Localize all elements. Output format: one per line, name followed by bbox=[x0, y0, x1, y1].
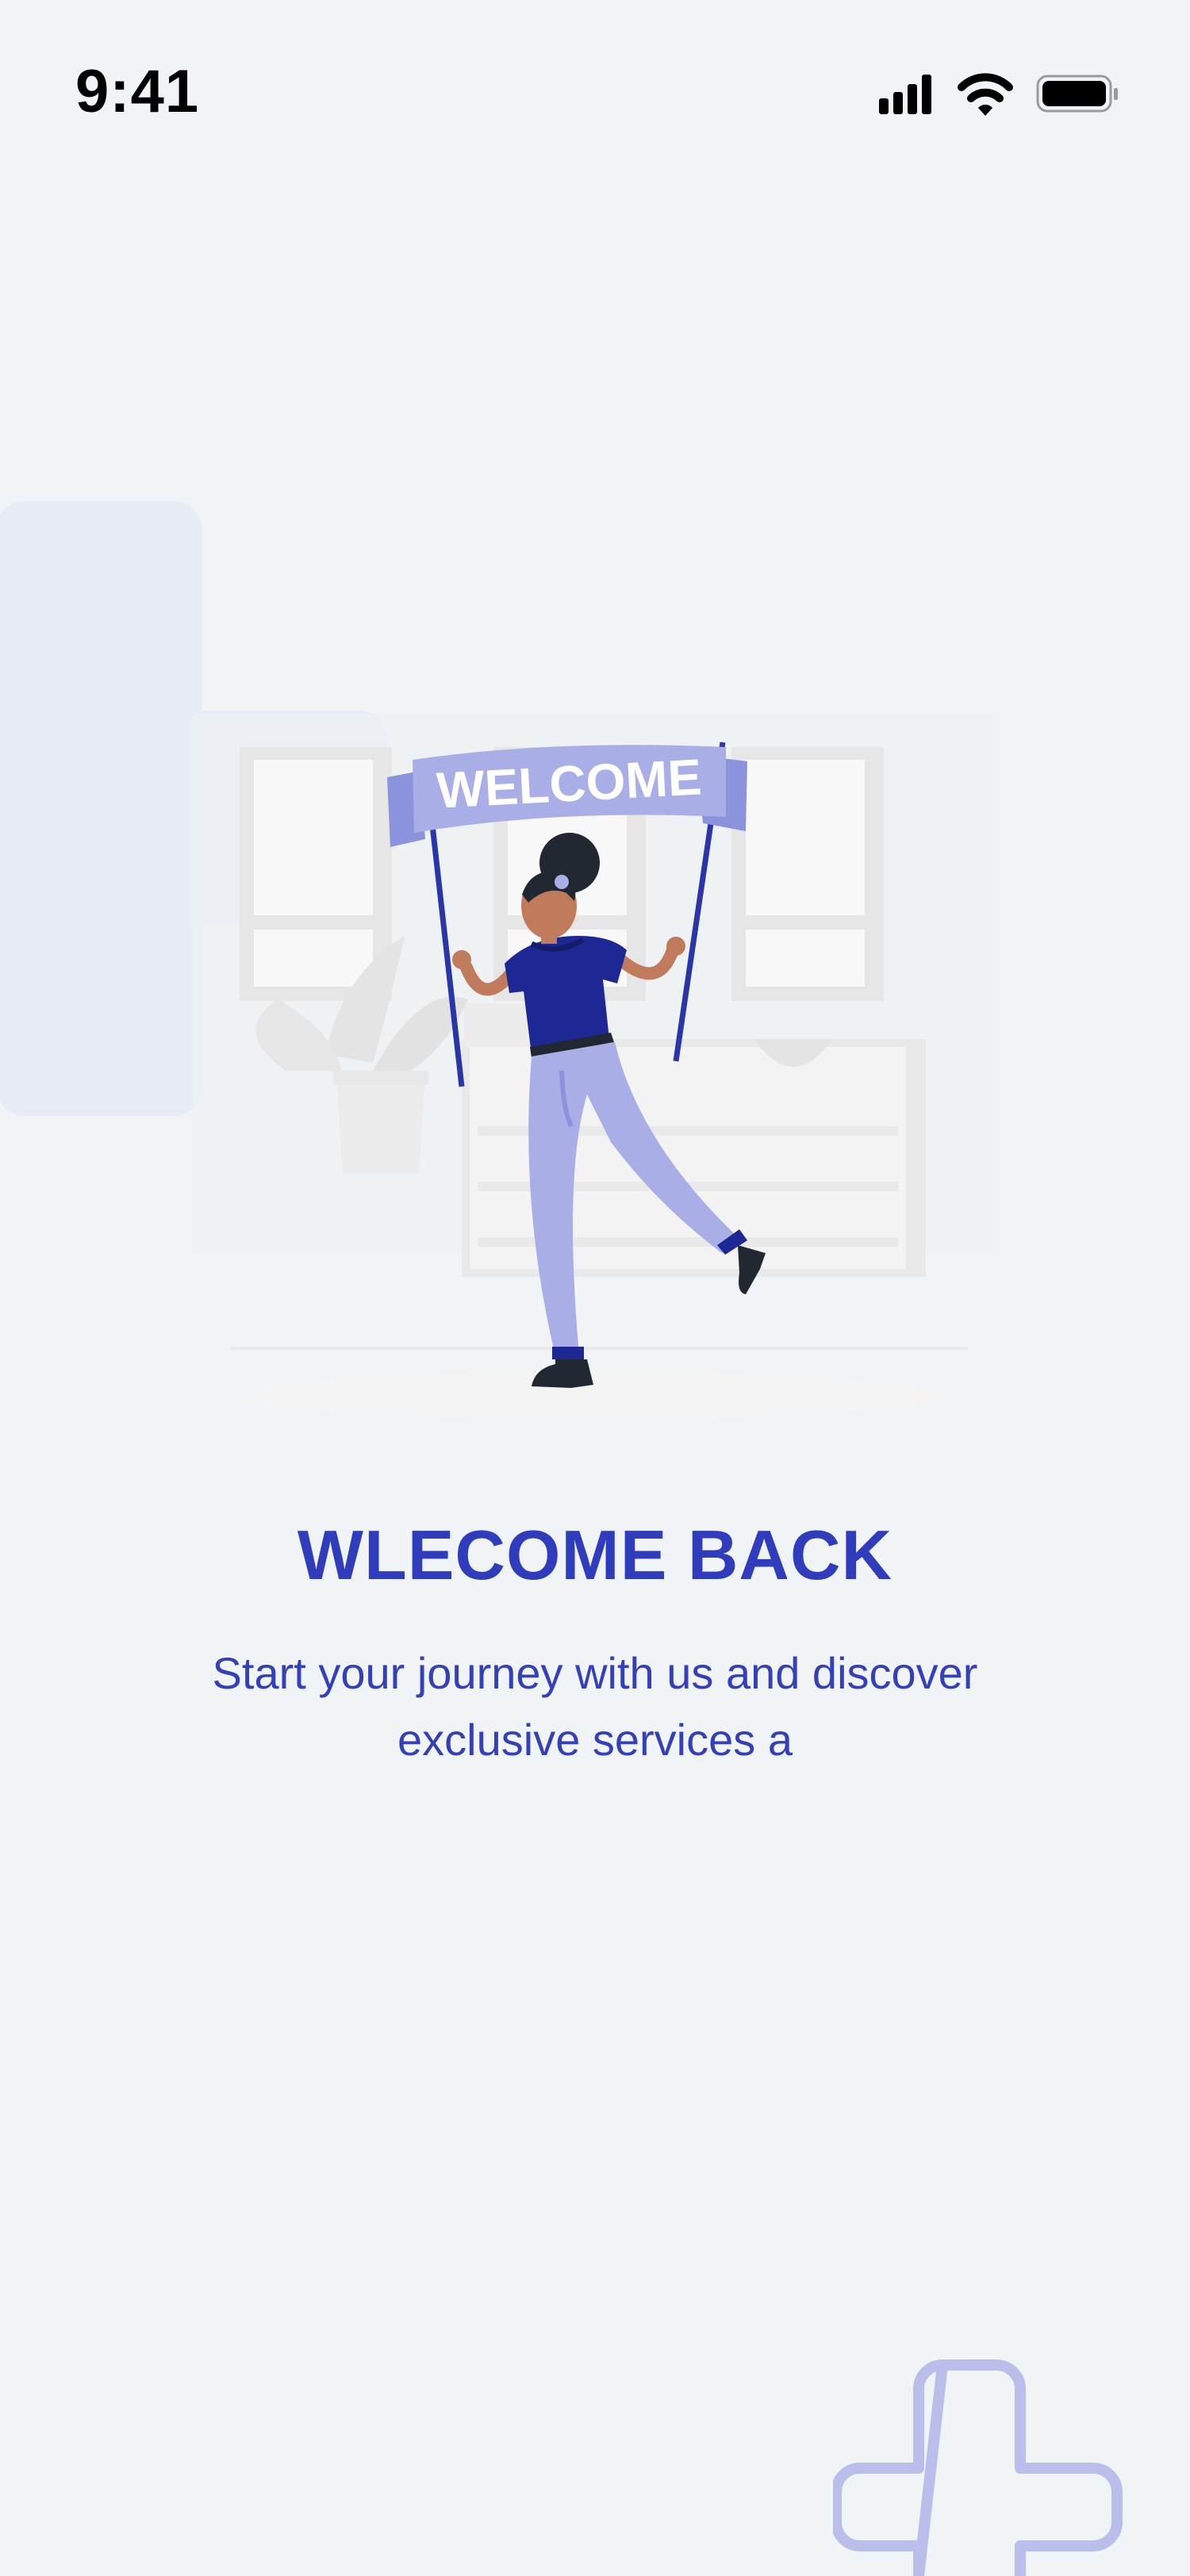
window-left bbox=[240, 747, 392, 1001]
page-title: WLECOME BACK bbox=[297, 1516, 893, 1594]
battery-icon bbox=[1036, 75, 1118, 113]
status-bar: 9:41 bbox=[0, 0, 1190, 190]
status-icons bbox=[879, 73, 1118, 116]
signal-icon bbox=[879, 75, 931, 114]
decorative-plus-outline-icon bbox=[833, 2359, 1123, 2576]
status-time: 9:41 bbox=[75, 58, 200, 125]
page-subtitle: Start your journey with us and discover … bbox=[212, 1648, 978, 1765]
window-right bbox=[731, 747, 884, 1001]
wifi-icon bbox=[958, 73, 1013, 116]
welcome-illustration: WELCOME bbox=[192, 714, 993, 1420]
